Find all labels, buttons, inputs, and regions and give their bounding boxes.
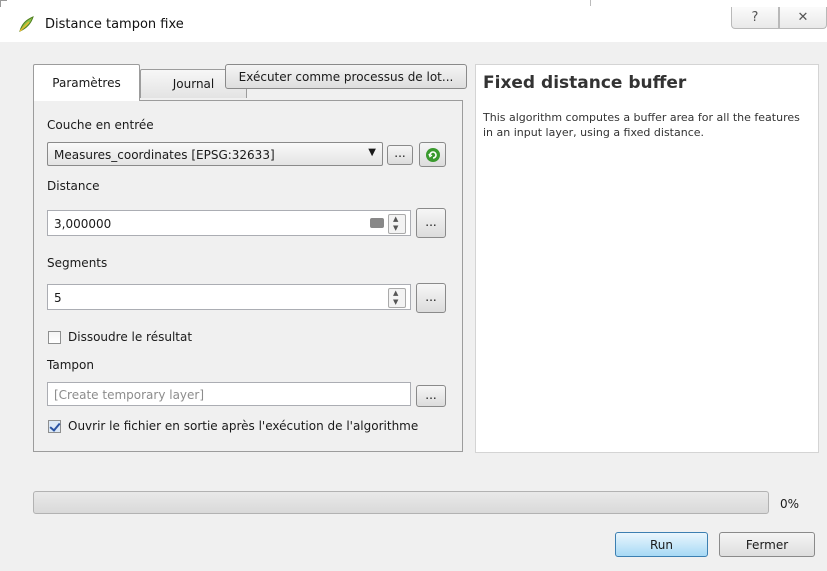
input-layer-browse-button[interactable]: ... <box>387 145 413 165</box>
help-description: This algorithm computes a buffer area fo… <box>483 111 800 139</box>
window-corner <box>0 0 7 7</box>
help-panel: Fixed distance buffer This algorithm com… <box>475 64 819 453</box>
close-window-button[interactable]: ✕ <box>779 7 827 29</box>
input-layer-label: Couche en entrée <box>47 118 154 132</box>
close-button[interactable]: Fermer <box>719 532 815 557</box>
chevron-down-icon: ▼ <box>368 147 376 158</box>
segments-spinner[interactable]: ▲ ▼ <box>388 288 406 308</box>
batch-process-button[interactable]: Exécuter comme processus de lot... <box>225 64 467 89</box>
close-icon: ✕ <box>797 10 809 25</box>
output-layer-input[interactable]: [Create temporary layer] <box>47 382 411 406</box>
clear-icon[interactable] <box>370 218 384 228</box>
help-button[interactable]: ? <box>731 7 779 29</box>
question-icon: ? <box>751 10 759 25</box>
distance-input[interactable]: 3,000000 ▲ ▼ <box>47 210 411 236</box>
open-output-checkbox[interactable] <box>48 420 61 433</box>
help-title: Fixed distance buffer <box>483 73 687 93</box>
tab-parametres[interactable]: Paramètres <box>33 64 140 101</box>
iterate-refresh-button[interactable] <box>419 142 446 167</box>
output-browse-button[interactable]: ... <box>416 385 446 407</box>
distance-label: Distance <box>47 179 100 193</box>
window-title: Distance tampon fixe <box>45 17 184 32</box>
distance-expression-button[interactable]: ... <box>416 208 446 238</box>
segments-input[interactable]: 5 ▲ ▼ <box>47 284 411 310</box>
title-bar: Distance tampon fixe ? ✕ <box>0 0 827 42</box>
qgis-leaf-icon <box>19 16 34 32</box>
run-button[interactable]: Run <box>615 532 708 557</box>
segments-label: Segments <box>47 256 108 270</box>
background-line <box>590 0 591 6</box>
output-label: Tampon <box>47 358 94 372</box>
segments-expression-button[interactable]: ... <box>416 283 446 313</box>
progress-percent: 0% <box>780 497 800 511</box>
dissolve-checkbox[interactable] <box>48 331 61 344</box>
input-layer-select[interactable]: Measures_coordinates [EPSG:32633] ▼ <box>47 142 383 166</box>
open-output-label: Ouvrir le fichier en sortie après l'exéc… <box>68 419 419 433</box>
dissolve-label: Dissoudre le résultat <box>68 330 193 344</box>
refresh-icon <box>425 147 440 162</box>
distance-spinner[interactable]: ▲ ▼ <box>388 214 406 234</box>
progress-bar <box>33 491 769 514</box>
